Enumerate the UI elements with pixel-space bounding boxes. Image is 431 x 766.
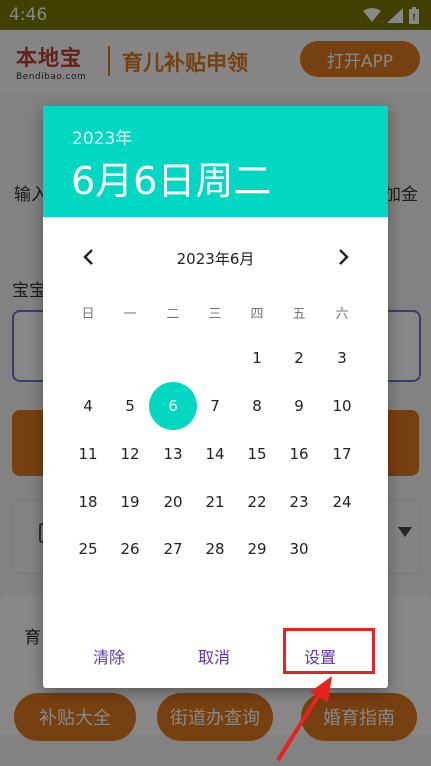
calendar-day[interactable]: 15 xyxy=(236,433,278,475)
calendar-day[interactable]: 11 xyxy=(67,433,109,475)
calendar-day[interactable]: 29 xyxy=(236,528,278,570)
calendar-day[interactable]: 28 xyxy=(194,528,236,570)
calendar-day[interactable]: 18 xyxy=(67,481,109,523)
calendar-day[interactable]: 14 xyxy=(194,433,236,475)
annotation-highlight-box xyxy=(283,628,375,674)
calendar-day[interactable]: 13 xyxy=(152,433,194,475)
calendar-day[interactable]: 7 xyxy=(194,385,236,427)
calendar-day[interactable]: 25 xyxy=(67,528,109,570)
weekday-label: 五 xyxy=(292,307,306,322)
header-selected-date[interactable]: 6月6日周二 xyxy=(71,150,271,205)
calendar-day[interactable]: 4 xyxy=(67,385,109,427)
calendar-day[interactable]: 17 xyxy=(321,433,363,475)
calendar-day[interactable]: 20 xyxy=(152,481,194,523)
calendar-day[interactable]: 1 xyxy=(236,337,278,379)
calendar-day[interactable]: 30 xyxy=(278,528,320,570)
calendar-day[interactable]: 12 xyxy=(109,433,151,475)
date-picker-header: 2023年 6月6日周二 xyxy=(43,106,388,217)
calendar-day[interactable]: 8 xyxy=(236,385,278,427)
calendar-day[interactable]: 24 xyxy=(321,481,363,523)
weekday-label: 一 xyxy=(123,307,137,322)
calendar-day[interactable]: 10 xyxy=(321,385,363,427)
cancel-button[interactable]: 取消 xyxy=(198,644,230,668)
calendar-day[interactable]: 26 xyxy=(109,528,151,570)
calendar-day[interactable]: 22 xyxy=(236,481,278,523)
weekday-label: 六 xyxy=(335,307,349,322)
calendar-day[interactable]: 2 xyxy=(278,337,320,379)
weekday-label: 四 xyxy=(250,307,264,322)
header-year[interactable]: 2023年 xyxy=(72,124,132,149)
calendar-day-selected[interactable]: 6 xyxy=(149,382,197,430)
calendar-day[interactable]: 9 xyxy=(278,385,320,427)
calendar-day[interactable]: 21 xyxy=(194,481,236,523)
calendar-day[interactable]: 16 xyxy=(278,433,320,475)
calendar-day[interactable]: 27 xyxy=(152,528,194,570)
clear-button[interactable]: 清除 xyxy=(93,644,125,668)
weekday-label: 二 xyxy=(166,307,180,322)
weekday-label: 日 xyxy=(81,307,95,322)
weekday-label: 三 xyxy=(208,307,222,322)
calendar-day[interactable]: 19 xyxy=(109,481,151,523)
month-navigation: 2023年6月 xyxy=(43,244,388,270)
annotation-arrow-icon xyxy=(276,676,332,762)
date-picker-dialog: 2023年 6月6日周二 2023年6月 日一二三四五六 1 2 3 4 5 6 7 8 9 10… xyxy=(43,106,388,688)
chevron-right-icon[interactable] xyxy=(332,246,354,268)
calendar-day[interactable]: 5 xyxy=(109,385,151,427)
calendar-day[interactable]: 3 xyxy=(321,337,363,379)
calendar-day[interactable]: 23 xyxy=(278,481,320,523)
